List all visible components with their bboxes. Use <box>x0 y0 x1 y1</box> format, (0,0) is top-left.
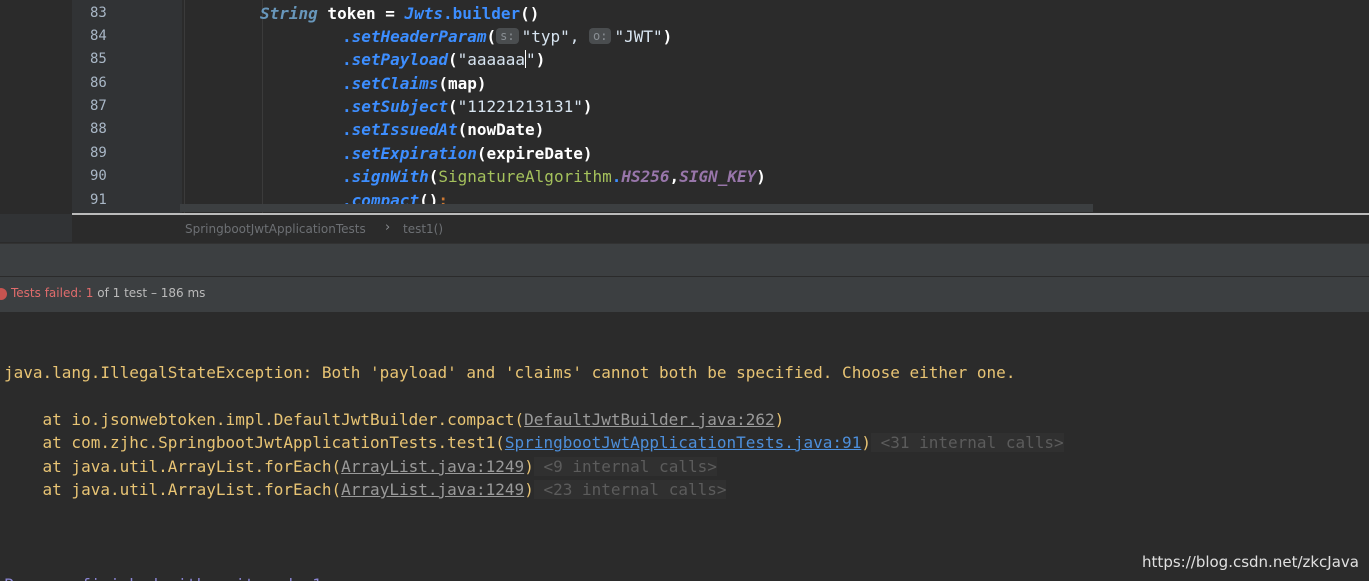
code-method: signWith <box>351 167 429 186</box>
code-class: Jwts <box>404 4 444 23</box>
code-string: "11221213131" <box>457 97 583 116</box>
code-class: SignatureAlgorithm <box>438 167 612 186</box>
line-number: 90 <box>90 168 107 184</box>
code-method: setPayload <box>351 50 448 69</box>
code-method: setHeaderParam <box>351 27 487 46</box>
parameter-hint: s: <box>496 28 519 44</box>
internal-calls-fold[interactable]: <9 internal calls> <box>533 457 717 476</box>
parameter-hint: o: <box>589 28 612 44</box>
code-line: String token = Jwts.builder() <box>260 4 540 23</box>
run-tool-window-header <box>0 243 1369 277</box>
stack-trace-line: at java.util.ArrayList.forEach(ArrayList… <box>4 457 717 476</box>
error-icon <box>0 288 7 300</box>
internal-calls-fold[interactable]: <31 internal calls> <box>870 433 1064 452</box>
code-method: setSubject <box>351 97 448 116</box>
breadcrumb-method[interactable]: test1() <box>403 222 443 236</box>
source-link[interactable]: SpringbootJwtApplicationTests.java:91 <box>505 433 861 452</box>
exception-message: java.lang.IllegalStateException: Both 'p… <box>4 363 1016 382</box>
code-keyword: String <box>260 4 318 23</box>
line-number-gutter: 83 84 85 86 87 88 89 90 91 <box>72 0 182 214</box>
code-argument: nowDate <box>467 120 535 139</box>
line-number: 86 <box>90 75 107 91</box>
line-number: 84 <box>90 28 107 44</box>
code-area[interactable]: String token = Jwts.builder() .setHeader… <box>182 0 1369 214</box>
code-constant: HS256 <box>621 167 670 186</box>
line-number: 89 <box>90 145 107 161</box>
code-method: setClaims <box>351 74 439 93</box>
stack-trace-line: at java.util.ArrayList.forEach(ArrayList… <box>4 480 727 499</box>
code-line: .setSubject("11221213131") <box>342 97 593 116</box>
indent-guide <box>262 0 263 214</box>
code-line: .signWith(SignatureAlgorithm.HS256,SIGN_… <box>342 167 766 186</box>
test-summary: of 1 test – 186 ms <box>93 286 206 300</box>
tests-failed-label: Tests failed: 1 <box>11 286 94 300</box>
breadcrumb-class[interactable]: SpringbootJwtApplicationTests <box>185 222 366 236</box>
code-method: setExpiration <box>351 144 477 163</box>
code-method: builder <box>452 4 521 23</box>
chevron-right-icon: › <box>385 220 391 235</box>
code-line: .setClaims(map) <box>342 74 487 93</box>
code-string: "aaaaaa <box>457 50 526 69</box>
line-number: 91 <box>90 192 107 208</box>
code-string: "JWT" <box>614 27 663 46</box>
code-line: .setIssuedAt(nowDate) <box>342 120 545 139</box>
console-output[interactable]: java.lang.IllegalStateException: Both 'p… <box>0 312 1369 581</box>
line-number: 83 <box>90 5 107 21</box>
watermark: https://blog.csdn.net/zkcJava <box>1142 553 1359 571</box>
indent-guide <box>184 0 185 214</box>
source-link[interactable]: DefaultJwtBuilder.java:262 <box>524 410 774 429</box>
code-string: "typ", <box>521 27 580 46</box>
code-variable: token = <box>317 4 405 23</box>
breadcrumb: SpringbootJwtApplicationTests › test1() <box>72 215 1369 243</box>
source-link[interactable]: ArrayList.java:1249 <box>341 457 524 476</box>
line-number: 85 <box>90 51 107 67</box>
process-finished-line: Process finished with exit code 1 <box>4 573 322 581</box>
code-text: () <box>520 4 540 23</box>
horizontal-scrollbar[interactable] <box>180 204 1093 212</box>
code-argument: expireDate <box>486 144 583 163</box>
test-status-bar: Tests failed: 1 of 1 test – 186 ms <box>0 276 1369 313</box>
test-status-text: Tests failed: 1 of 1 test – 186 ms <box>11 286 205 300</box>
code-string: " <box>526 50 536 69</box>
code-method: setIssuedAt <box>351 120 458 139</box>
internal-calls-fold[interactable]: <23 internal calls> <box>533 480 727 499</box>
code-constant: SIGN_KEY <box>679 167 757 186</box>
code-line: .setPayload("aaaaaa") <box>342 50 546 69</box>
code-argument: map <box>447 74 477 93</box>
line-number: 88 <box>90 121 107 137</box>
code-line: .setExpiration(expireDate) <box>342 144 593 163</box>
stack-trace-line: at io.jsonwebtoken.impl.DefaultJwtBuilde… <box>4 410 785 429</box>
source-link[interactable]: ArrayList.java:1249 <box>341 480 524 499</box>
code-line: .setHeaderParam(s: "typ", o: "JWT") <box>342 27 673 46</box>
stack-trace-line: at com.zjhc.SpringbootJwtApplicationTest… <box>4 433 1064 452</box>
code-editor[interactable]: 83 84 85 86 87 88 89 90 91 String token … <box>0 0 1369 214</box>
line-number: 87 <box>90 98 107 114</box>
